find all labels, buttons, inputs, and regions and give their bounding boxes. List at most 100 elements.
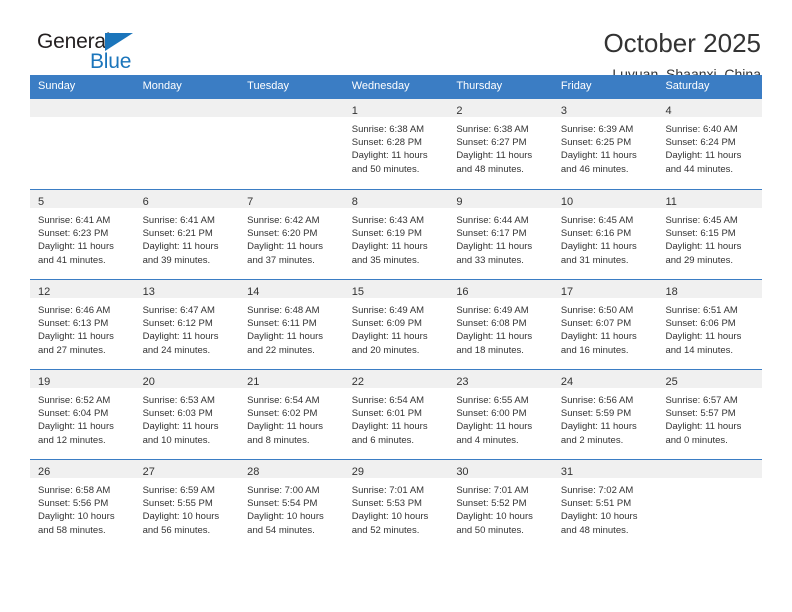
calendar-day-cell[interactable]: 21 Sunrise: 6:54 AM Sunset: 6:02 PM Dayligh… <box>239 370 344 459</box>
daylight-text: Daylight: 11 hours and 20 minutes. <box>351 331 428 356</box>
calendar-day-cell[interactable]: 23 Sunrise: 6:55 AM Sunset: 6:00 PM Dayligh… <box>448 370 553 459</box>
sunset-text: Sunset: 6:11 PM <box>247 318 317 330</box>
weekday-header-row: Sunday Monday Tuesday Wednesday Thursday… <box>30 75 762 99</box>
calendar-day-cell[interactable]: 11 Sunrise: 6:45 AM Sunset: 6:15 PM Dayligh… <box>657 190 763 279</box>
sunset-text: Sunset: 6:09 PM <box>351 318 422 330</box>
sunset-text: Sunset: 6:01 PM <box>351 408 422 420</box>
calendar-day-cell[interactable]: 5 Sunrise: 6:41 AM Sunset: 6:23 PM Daylight… <box>30 190 135 279</box>
daylight-text: Daylight: 10 hours and 52 minutes. <box>351 511 429 536</box>
calendar-day-cell[interactable]: 10 Sunrise: 6:45 AM Sunset: 6:16 PM Dayligh… <box>552 190 658 279</box>
day-number-band: 26 <box>30 460 135 478</box>
weekday-header-tuesday: Tuesday <box>247 80 289 92</box>
brand-logo[interactable]: General Blue <box>31 30 211 80</box>
sunrise-text: Sunrise: 6:54 AM <box>351 395 425 406</box>
sunrise-text: Sunrise: 7:01 AM <box>456 485 529 496</box>
day-sun-info: Sunrise: 6:45 AM Sunset: 6:15 PM Daylight:… <box>657 208 762 267</box>
day-number-band <box>239 99 344 117</box>
calendar-day-cell[interactable]: 13 Sunrise: 6:47 AM Sunset: 6:12 PM Dayligh… <box>134 280 240 369</box>
calendar-day-cell-empty <box>657 460 763 549</box>
day-number: 14 <box>247 286 260 298</box>
sunset-text: Sunset: 6:13 PM <box>38 318 109 330</box>
calendar-day-cell[interactable]: 31 Sunrise: 7:02 AM Sunset: 5:51 PM Dayligh… <box>552 460 658 549</box>
day-number: 13 <box>142 286 155 298</box>
calendar-day-cell[interactable]: 2 Sunrise: 6:38 AM Sunset: 6:27 PM Daylight… <box>448 99 553 189</box>
sunrise-text: Sunrise: 6:55 AM <box>456 395 529 406</box>
day-number: 26 <box>38 466 51 478</box>
calendar-day-cell[interactable]: 4 Sunrise: 6:40 AM Sunset: 6:24 PM Daylight… <box>657 99 763 189</box>
daylight-text: Daylight: 11 hours and 24 minutes. <box>142 331 219 356</box>
page-title: October 2025 <box>603 28 761 58</box>
day-sun-info: Sunrise: 6:49 AM Sunset: 6:08 PM Daylight:… <box>448 298 553 357</box>
calendar-day-cell[interactable]: 27 Sunrise: 6:59 AM Sunset: 5:55 PM Dayligh… <box>134 460 240 549</box>
sunset-text: Sunset: 5:51 PM <box>560 498 632 510</box>
sunset-text: Sunset: 6:28 PM <box>351 137 422 149</box>
calendar-day-cell[interactable]: 7 Sunrise: 6:42 AM Sunset: 6:20 PM Daylight… <box>239 190 344 279</box>
sunset-text: Sunset: 6:12 PM <box>142 318 213 330</box>
weekday-header-sunday: Sunday <box>38 80 76 92</box>
daylight-text: Daylight: 11 hours and 41 minutes. <box>38 241 114 266</box>
sunset-text: Sunset: 6:23 PM <box>38 228 109 240</box>
day-number-band: 18 <box>657 280 763 298</box>
calendar-day-cell[interactable]: 1 Sunrise: 6:38 AM Sunset: 6:28 PM Daylight… <box>343 99 449 189</box>
calendar-week-row: 5 Sunrise: 6:41 AM Sunset: 6:23 PM Daylight… <box>30 189 763 279</box>
day-sun-info: Sunrise: 6:40 AM Sunset: 6:24 PM Daylight:… <box>657 117 762 176</box>
day-number: 16 <box>456 286 469 298</box>
sunset-text: Sunset: 6:24 PM <box>665 137 736 149</box>
sunrise-text: Sunrise: 6:57 AM <box>665 395 738 406</box>
daylight-text: Daylight: 11 hours and 22 minutes. <box>247 331 324 356</box>
calendar-day-cell[interactable]: 29 Sunrise: 7:01 AM Sunset: 5:53 PM Dayligh… <box>343 460 449 549</box>
day-sun-info: Sunrise: 6:58 AM Sunset: 5:56 PM Daylight:… <box>30 478 135 537</box>
sunrise-text: Sunrise: 6:40 AM <box>665 124 738 135</box>
calendar-day-cell[interactable]: 24 Sunrise: 6:56 AM Sunset: 5:59 PM Dayligh… <box>552 370 658 459</box>
calendar-day-cell[interactable]: 22 Sunrise: 6:54 AM Sunset: 6:01 PM Dayligh… <box>343 370 449 459</box>
daylight-text: Daylight: 11 hours and 8 minutes. <box>247 421 324 446</box>
sunset-text: Sunset: 6:27 PM <box>456 137 527 149</box>
day-number: 30 <box>456 466 469 478</box>
day-sun-info: Sunrise: 6:47 AM Sunset: 6:12 PM Daylight:… <box>135 298 240 357</box>
calendar-day-cell[interactable]: 30 Sunrise: 7:01 AM Sunset: 5:52 PM Dayligh… <box>448 460 553 549</box>
sunrise-text: Sunrise: 6:41 AM <box>38 215 111 226</box>
calendar-day-cell-empty <box>30 99 135 189</box>
triangle-icon <box>105 33 133 51</box>
daylight-text: Daylight: 10 hours and 56 minutes. <box>142 511 220 536</box>
day-sun-info: Sunrise: 6:53 AM Sunset: 6:03 PM Daylight:… <box>135 388 240 447</box>
day-number: 3 <box>560 105 568 117</box>
day-number-band: 30 <box>448 460 553 478</box>
calendar-day-cell[interactable]: 12 Sunrise: 6:46 AM Sunset: 6:13 PM Dayligh… <box>30 280 135 369</box>
calendar-day-cell[interactable]: 9 Sunrise: 6:44 AM Sunset: 6:17 PM Daylight… <box>448 190 553 279</box>
daylight-text: Daylight: 11 hours and 31 minutes. <box>560 241 637 266</box>
day-number-band: 31 <box>552 460 658 478</box>
calendar-day-cell[interactable]: 28 Sunrise: 7:00 AM Sunset: 5:54 PM Dayligh… <box>239 460 344 549</box>
calendar-day-cell[interactable]: 16 Sunrise: 6:49 AM Sunset: 6:08 PM Dayligh… <box>448 280 553 369</box>
calendar-day-cell[interactable]: 8 Sunrise: 6:43 AM Sunset: 6:19 PM Daylight… <box>343 190 449 279</box>
day-number-band: 11 <box>657 190 763 208</box>
calendar-day-cell[interactable]: 6 Sunrise: 6:41 AM Sunset: 6:21 PM Daylight… <box>134 190 240 279</box>
day-number: 11 <box>665 196 677 208</box>
calendar-day-cell[interactable]: 14 Sunrise: 6:48 AM Sunset: 6:11 PM Dayligh… <box>239 280 344 369</box>
daylight-text: Daylight: 11 hours and 48 minutes. <box>456 150 533 175</box>
day-number-band <box>30 99 135 117</box>
day-sun-info: Sunrise: 7:01 AM Sunset: 5:53 PM Daylight:… <box>344 478 449 537</box>
sunset-text: Sunset: 6:21 PM <box>142 228 213 240</box>
calendar-day-cell[interactable]: 25 Sunrise: 6:57 AM Sunset: 5:57 PM Dayligh… <box>657 370 763 459</box>
sunrise-text: Sunrise: 6:41 AM <box>142 215 215 226</box>
day-number-band: 1 <box>343 99 449 117</box>
calendar-day-cell[interactable]: 19 Sunrise: 6:52 AM Sunset: 6:04 PM Dayligh… <box>30 370 135 459</box>
calendar-day-cell[interactable]: 17 Sunrise: 6:50 AM Sunset: 6:07 PM Dayligh… <box>552 280 658 369</box>
day-number: 21 <box>247 376 260 388</box>
daylight-text: Daylight: 10 hours and 54 minutes. <box>247 511 324 536</box>
calendar-day-cell[interactable]: 3 Sunrise: 6:39 AM Sunset: 6:25 PM Daylight… <box>552 99 658 189</box>
sunrise-text: Sunrise: 6:46 AM <box>38 305 111 316</box>
calendar-day-cell[interactable]: 26 Sunrise: 6:58 AM Sunset: 5:56 PM Dayligh… <box>30 460 135 549</box>
calendar-day-cell[interactable]: 18 Sunrise: 6:51 AM Sunset: 6:06 PM Dayligh… <box>657 280 763 369</box>
day-number-band: 4 <box>657 99 763 117</box>
day-number-band: 6 <box>134 190 240 208</box>
calendar-day-cell[interactable]: 15 Sunrise: 6:49 AM Sunset: 6:09 PM Dayligh… <box>343 280 449 369</box>
calendar-day-cell[interactable]: 20 Sunrise: 6:53 AM Sunset: 6:03 PM Dayligh… <box>134 370 240 459</box>
sunrise-text: Sunrise: 6:43 AM <box>351 215 425 226</box>
daylight-text: Daylight: 11 hours and 39 minutes. <box>142 241 219 266</box>
day-sun-info: Sunrise: 6:42 AM Sunset: 6:20 PM Daylight:… <box>239 208 344 267</box>
sunset-text: Sunset: 6:08 PM <box>456 318 527 330</box>
day-sun-info: Sunrise: 6:54 AM Sunset: 6:02 PM Daylight:… <box>239 388 344 447</box>
sunset-text: Sunset: 6:20 PM <box>247 228 318 240</box>
